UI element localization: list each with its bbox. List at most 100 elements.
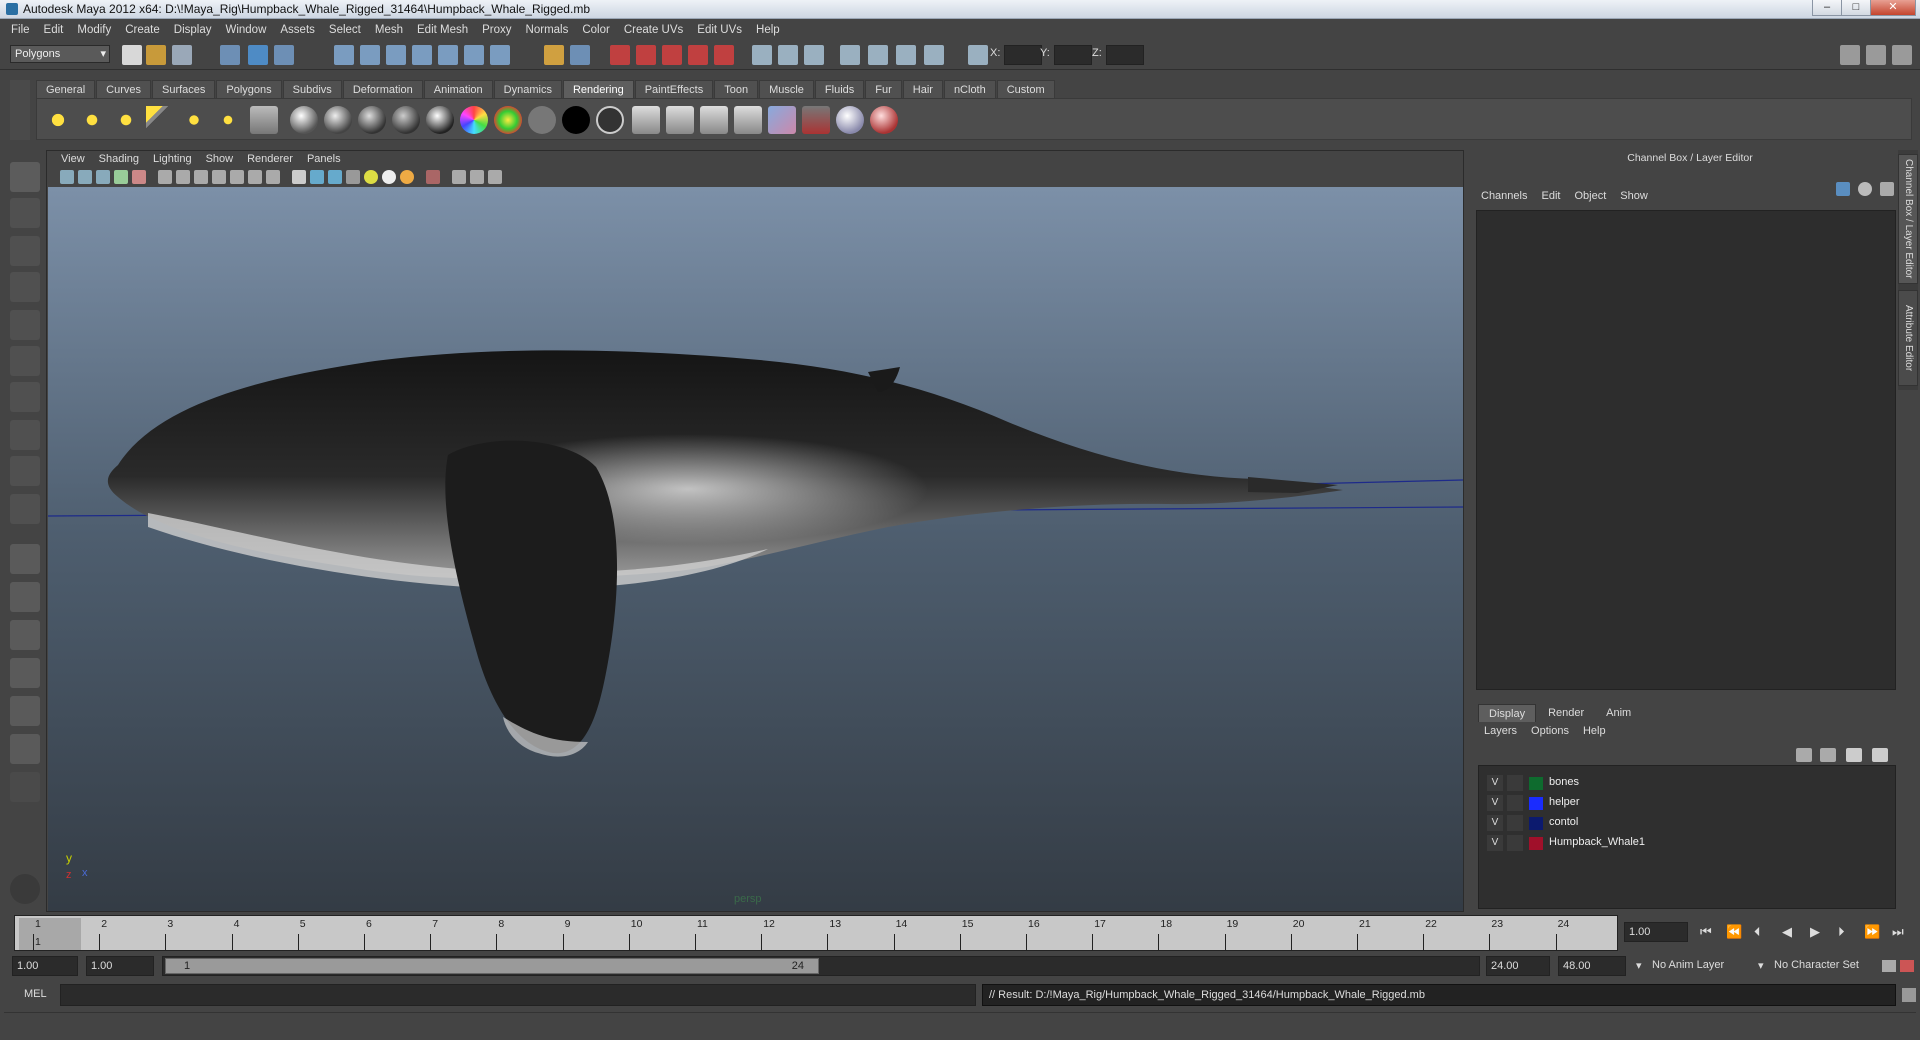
move-layer-down-icon[interactable] [1820, 748, 1836, 762]
layer-row[interactable]: V contol [1479, 814, 1895, 832]
shelf-tab-animation[interactable]: Animation [423, 80, 493, 98]
select-camera-icon[interactable] [60, 170, 74, 184]
four-view-layout-icon[interactable] [10, 582, 40, 612]
menu-file[interactable]: File [4, 24, 37, 36]
manipulator-tool-icon[interactable] [10, 382, 40, 412]
layer-menu-options[interactable]: Options [1525, 725, 1577, 741]
lasso-tool-icon[interactable] [10, 198, 40, 228]
phong-e-shader-icon[interactable] [392, 106, 420, 134]
snap-grid-icon[interactable] [334, 45, 354, 65]
new-layer-icon[interactable] [1846, 748, 1862, 762]
layer-tab-display[interactable]: Display [1478, 704, 1537, 722]
layer-menu-layers[interactable]: Layers [1478, 725, 1525, 741]
hypershade-persp-layout-icon[interactable] [10, 696, 40, 726]
cb-anim-icon[interactable] [1836, 182, 1850, 196]
grid-icon[interactable] [158, 170, 172, 184]
chevron-down-icon[interactable]: ▾ [1636, 959, 1642, 972]
image-plane-icon[interactable] [114, 170, 128, 184]
make-live-icon[interactable] [438, 45, 458, 65]
move-tool-icon[interactable] [10, 272, 40, 302]
resolution-gate-icon[interactable] [194, 170, 208, 184]
last-tool-icon[interactable] [10, 456, 40, 486]
spot-light-icon[interactable] [146, 106, 174, 134]
layered-shader-icon[interactable] [460, 106, 488, 134]
menu-edit[interactable]: Edit [37, 24, 71, 36]
safe-action-icon[interactable] [248, 170, 262, 184]
node-editor-icon[interactable] [804, 45, 824, 65]
lock-icon[interactable] [544, 45, 564, 65]
snap-curve-icon[interactable] [360, 45, 380, 65]
scale-tool-icon[interactable] [10, 346, 40, 376]
command-input[interactable] [60, 984, 976, 1006]
empty-tool-slot[interactable] [10, 494, 40, 524]
paint-select-tool-icon[interactable] [10, 236, 40, 266]
z-field[interactable] [1106, 45, 1144, 65]
shelf-tab-rendering[interactable]: Rendering [562, 80, 634, 98]
soft-mod-tool-icon[interactable] [10, 420, 40, 450]
layer-color-swatch[interactable] [1529, 837, 1543, 850]
shading-map-icon[interactable] [596, 106, 624, 134]
new-scene-icon[interactable] [122, 45, 142, 65]
layer-visibility-toggle[interactable]: V [1487, 835, 1503, 851]
layer-type-toggle[interactable] [1507, 795, 1523, 811]
select-hierarchy-icon[interactable] [220, 45, 240, 65]
layer-visibility-toggle[interactable]: V [1487, 795, 1503, 811]
select-tool-icon[interactable] [10, 162, 40, 192]
mel-label[interactable]: MEL [24, 988, 47, 1000]
shadows-icon[interactable] [400, 170, 414, 184]
paint-shader-icon[interactable] [870, 106, 898, 134]
play-backward-icon[interactable]: ◀ [1782, 924, 1792, 940]
surface-shader-icon[interactable] [528, 106, 556, 134]
history-icon[interactable] [464, 45, 484, 65]
go-to-end-icon[interactable]: ⏭ [1892, 924, 1904, 940]
camera-attributes-icon[interactable] [78, 170, 92, 184]
save-scene-icon[interactable] [172, 45, 192, 65]
hypershade-window-icon[interactable] [802, 106, 830, 134]
menu-select[interactable]: Select [322, 24, 368, 36]
anisotropic-shader-icon[interactable] [426, 106, 454, 134]
hypershade-icon[interactable] [688, 45, 708, 65]
menu-display[interactable]: Display [167, 24, 219, 36]
high-quality-icon[interactable] [488, 170, 502, 184]
shelf-tab-subdivs[interactable]: Subdivs [282, 80, 342, 98]
layer-visibility-toggle[interactable]: V [1487, 775, 1503, 791]
menu-proxy[interactable]: Proxy [475, 24, 518, 36]
layer-row[interactable]: V bones [1479, 774, 1895, 792]
layer-type-toggle[interactable] [1507, 815, 1523, 831]
shelf-tab-custom[interactable]: Custom [996, 80, 1055, 98]
render-settings-window-icon[interactable] [768, 106, 796, 134]
time-slider[interactable]: 1 1 2 3 4 5 6 7 8 9 10 11 12 13 14 15 16 17 18 19 20 21 22 23 2… [14, 915, 1618, 951]
render-icon[interactable] [632, 106, 660, 134]
rotate-tool-icon[interactable] [10, 310, 40, 340]
field-chart-icon[interactable] [230, 170, 244, 184]
layer-tab-render[interactable]: Render [1538, 704, 1594, 722]
absolute-transform-icon[interactable] [968, 45, 988, 65]
menu-create-uvs[interactable]: Create UVs [617, 24, 690, 36]
menu-help[interactable]: Help [749, 24, 787, 36]
minimize-button[interactable]: – [1812, 0, 1842, 16]
shelf-tab-fur[interactable]: Fur [865, 80, 902, 98]
xray-joints-icon[interactable] [470, 170, 484, 184]
viewport-menu-renderer[interactable]: Renderer [240, 153, 300, 165]
layer-row[interactable]: V Humpback_Whale1 [1479, 834, 1895, 852]
batch-render-icon[interactable] [700, 106, 728, 134]
mental-ray-icon[interactable] [836, 106, 864, 134]
menu-assets[interactable]: Assets [273, 24, 322, 36]
menu-mesh[interactable]: Mesh [368, 24, 410, 36]
cb-menu-edit[interactable]: Edit [1535, 190, 1568, 206]
start-time-field[interactable]: 1.00 [12, 956, 78, 976]
output-ops-icon[interactable] [778, 45, 798, 65]
input-ops-icon[interactable] [752, 45, 772, 65]
character-set-selector[interactable]: No Character Set [1774, 959, 1859, 971]
side-tab-attribute-editor[interactable]: Attribute Editor [1898, 290, 1918, 386]
toggle-tool-settings-icon[interactable] [1866, 45, 1886, 65]
snap-view-plane-icon[interactable] [412, 45, 432, 65]
shelf-tab-surfaces[interactable]: Surfaces [151, 80, 216, 98]
step-back-frame-icon[interactable]: ⏴ [1754, 924, 1761, 940]
two-d-pan-zoom-icon[interactable] [132, 170, 146, 184]
point-light-icon[interactable] [112, 106, 140, 134]
lambert-shader-icon[interactable] [324, 106, 352, 134]
maximize-button[interactable]: □ [1841, 0, 1871, 16]
open-scene-icon[interactable] [146, 45, 166, 65]
step-back-key-icon[interactable]: ⏪ [1726, 924, 1742, 940]
